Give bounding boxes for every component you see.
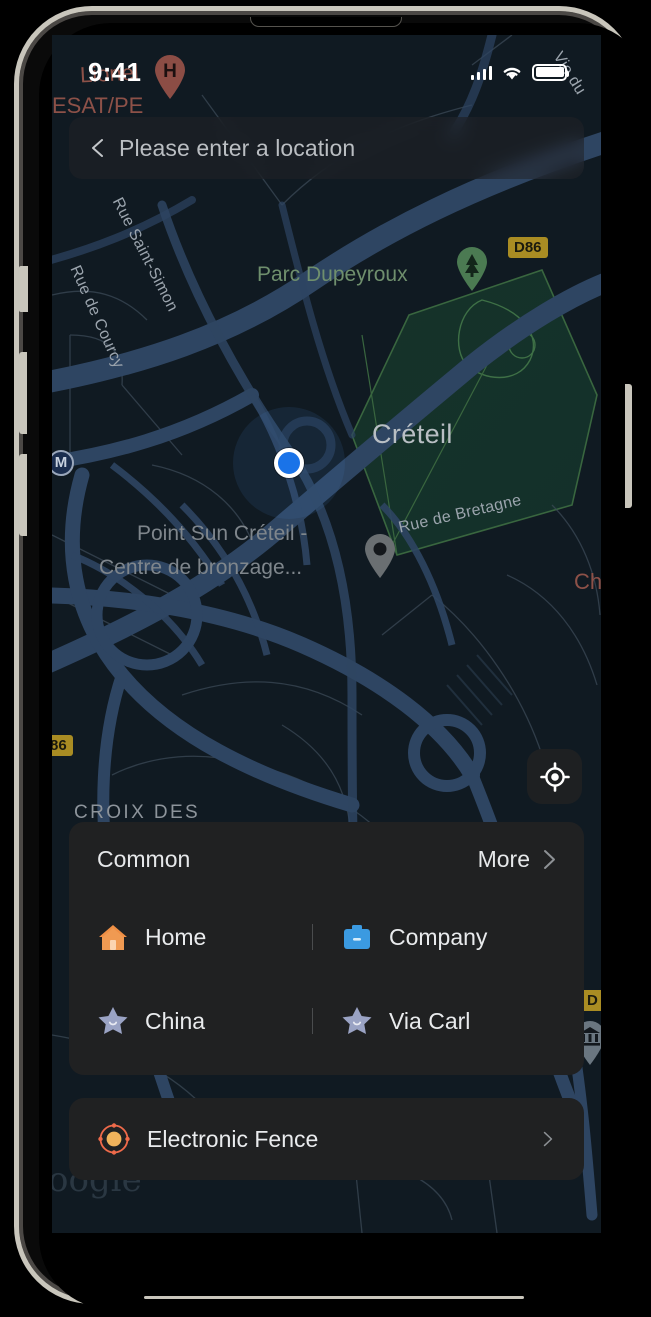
wifi-icon <box>503 67 521 79</box>
electronic-fence-row[interactable]: Electronic Fence <box>69 1098 584 1180</box>
common-panel-header: Common More <box>97 846 556 873</box>
search-input[interactable]: Please enter a location <box>119 135 355 162</box>
signal-bars-icon <box>470 65 492 80</box>
favorites-grid: Home Company China Via Carl <box>97 909 556 1049</box>
favorite-item-china[interactable]: China <box>97 1005 312 1037</box>
location-search-bar[interactable]: Please enter a location <box>69 117 584 179</box>
favorites-row: China Via Carl <box>97 993 556 1049</box>
star-icon <box>98 1007 128 1034</box>
generic-place-pin-icon[interactable] <box>363 533 397 579</box>
road-shield-d86: D86 <box>508 237 548 258</box>
road-shield-86: 86 <box>52 735 73 756</box>
favorite-item-company[interactable]: Company <box>313 921 556 953</box>
chevron-left-icon[interactable] <box>89 139 107 157</box>
favorite-label: Company <box>389 923 488 950</box>
chevron-right-icon <box>544 850 555 869</box>
volume-up-button[interactable] <box>19 352 27 434</box>
home-icon <box>99 925 127 950</box>
park-tree-pin-icon[interactable] <box>455 246 489 292</box>
status-bar: 9:41 <box>52 35 601 95</box>
bottom-frame-seam <box>144 1296 524 1299</box>
favorite-label: Home <box>145 923 207 950</box>
battery-full-icon <box>532 63 569 81</box>
status-time: 9:41 <box>88 56 142 87</box>
locate-me-button[interactable] <box>527 749 582 804</box>
mute-switch-button[interactable] <box>19 266 28 312</box>
electronic-fence-label: Electronic Fence <box>147 1125 319 1152</box>
user-location-dot <box>274 448 304 478</box>
more-button[interactable]: More <box>478 846 556 873</box>
crosshair-locate-icon <box>539 761 570 792</box>
electronic-fence-icon <box>98 1123 130 1155</box>
favorite-item-home[interactable]: Home <box>97 921 312 953</box>
star-icon <box>342 1007 372 1034</box>
status-icons <box>470 63 569 81</box>
common-panel-title: Common <box>97 846 191 872</box>
power-button[interactable] <box>625 384 632 508</box>
favorites-row: Home Company <box>97 909 556 965</box>
favorite-item-via-carl[interactable]: Via Carl <box>313 1005 556 1037</box>
favorite-label: China <box>145 1007 206 1034</box>
chevron-right-icon <box>543 1131 553 1147</box>
phone-screen: Lionel ESAT/PE Rue Saint-Simon Rue de Co… <box>52 35 601 1233</box>
briefcase-icon <box>344 925 370 949</box>
more-label: More <box>477 846 530 872</box>
earpiece-notch <box>249 17 402 27</box>
road-shield-d: D <box>581 990 601 1011</box>
screenshot-root: Lionel ESAT/PE Rue Saint-Simon Rue de Co… <box>0 0 651 1317</box>
volume-down-button[interactable] <box>19 454 27 536</box>
favorite-label: Via Carl <box>389 1007 471 1034</box>
common-places-panel: Common More Home Company China Via Carl <box>69 822 584 1075</box>
phone-frame: Lionel ESAT/PE Rue Saint-Simon Rue de Co… <box>14 6 650 1309</box>
